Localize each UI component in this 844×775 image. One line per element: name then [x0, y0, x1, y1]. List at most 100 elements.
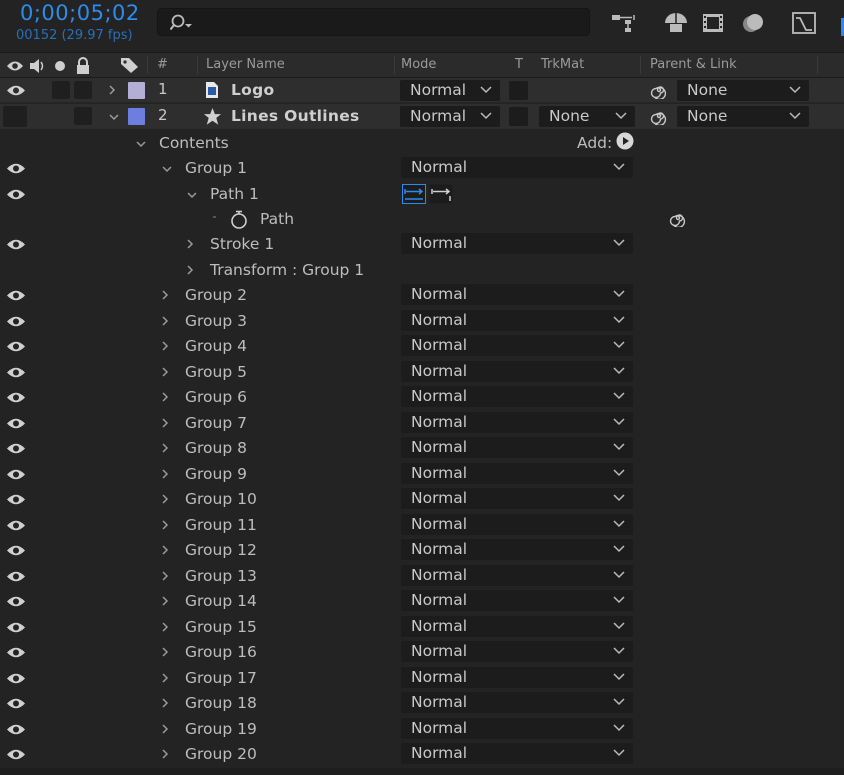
- blend-mode-dropdown[interactable]: Normal: [401, 743, 633, 764]
- group-row[interactable]: Group 1 Normal: [0, 156, 844, 181]
- trkmat-dropdown[interactable]: None: [539, 106, 635, 127]
- group-row[interactable]: Group 14 Normal: [0, 589, 844, 614]
- preserve-transparency-box[interactable]: [509, 81, 528, 100]
- group-name[interactable]: Group 15: [185, 618, 257, 636]
- blend-mode-dropdown[interactable]: Normal: [401, 361, 633, 382]
- path-label[interactable]: Path: [260, 210, 294, 228]
- group-name[interactable]: Group 3: [185, 312, 247, 330]
- chevron-right-icon[interactable]: [160, 724, 170, 734]
- group-name[interactable]: Group 13: [185, 567, 257, 585]
- eye-icon[interactable]: [6, 519, 26, 532]
- eye-icon[interactable]: [6, 442, 26, 455]
- blend-mode-dropdown[interactable]: Normal: [401, 412, 633, 433]
- blend-mode-dropdown[interactable]: Normal: [401, 310, 633, 331]
- chevron-right-icon[interactable]: [160, 571, 170, 581]
- chevron-right-icon[interactable]: [160, 673, 170, 683]
- eye-icon[interactable]: [6, 544, 26, 557]
- layer-row-lines-outlines[interactable]: 2 Lines Outlines Normal None None: [0, 104, 844, 129]
- current-time-display[interactable]: 0;00;05;02: [20, 1, 140, 25]
- group-name[interactable]: Group 4: [185, 337, 247, 355]
- chevron-right-icon[interactable]: [160, 367, 170, 377]
- group-row[interactable]: Group 7 Normal: [0, 411, 844, 436]
- eye-icon[interactable]: [6, 84, 26, 97]
- eye-icon[interactable]: [6, 315, 26, 328]
- group-row[interactable]: Group 8 Normal: [0, 436, 844, 461]
- mode-dropdown[interactable]: Normal: [400, 80, 500, 101]
- group-name[interactable]: Group 18: [185, 694, 257, 712]
- stopwatch-icon[interactable]: [230, 210, 248, 229]
- group-row[interactable]: Group 16 Normal: [0, 640, 844, 665]
- group-name[interactable]: Group 9: [185, 465, 247, 483]
- eye-icon[interactable]: [6, 621, 26, 634]
- chevron-right-icon[interactable]: [160, 316, 170, 326]
- eye-icon[interactable]: [6, 162, 26, 175]
- chevron-right-icon[interactable]: [160, 647, 170, 657]
- pick-whip-icon[interactable]: [650, 81, 668, 99]
- blend-mode-dropdown[interactable]: Normal: [401, 284, 633, 305]
- label-color-swatch[interactable]: [128, 82, 145, 99]
- draft-3d-icon[interactable]: [662, 9, 690, 37]
- blend-mode-dropdown[interactable]: Normal: [401, 692, 633, 713]
- search-input[interactable]: [157, 8, 590, 36]
- group-name[interactable]: Group 16: [185, 643, 257, 661]
- layer-name[interactable]: Lines Outlines: [231, 107, 360, 125]
- eye-icon[interactable]: [6, 723, 26, 736]
- group-name[interactable]: Group 1: [185, 159, 247, 177]
- group-row[interactable]: Group 2 Normal: [0, 283, 844, 308]
- frame-blending-icon[interactable]: [700, 9, 728, 37]
- chevron-down-icon[interactable]: [187, 190, 197, 200]
- path-direction-default-icon[interactable]: [402, 184, 426, 204]
- chevron-right-icon[interactable]: [160, 749, 170, 759]
- layer-row-logo[interactable]: 1 Logo Normal None: [0, 78, 844, 103]
- path-direction-reverse-icon[interactable]: [429, 184, 453, 204]
- lock-switch[interactable]: [74, 107, 92, 125]
- chevron-right-icon[interactable]: [160, 469, 170, 479]
- path1-label[interactable]: Path 1: [210, 185, 259, 203]
- eye-icon[interactable]: [6, 646, 26, 659]
- chevron-right-icon[interactable]: [160, 494, 170, 504]
- chevron-right-icon[interactable]: [160, 418, 170, 428]
- eye-icon[interactable]: [6, 366, 26, 379]
- chevron-down-icon[interactable]: [162, 164, 172, 174]
- group-row[interactable]: Group 3 Normal: [0, 309, 844, 334]
- parent-dropdown[interactable]: None: [677, 106, 809, 127]
- label-color-swatch[interactable]: [128, 108, 145, 125]
- group-row[interactable]: Group 18 Normal: [0, 691, 844, 716]
- eye-icon[interactable]: [6, 570, 26, 583]
- eye-icon[interactable]: [6, 417, 26, 430]
- eye-icon[interactable]: [6, 340, 26, 353]
- eye-icon[interactable]: [6, 748, 26, 761]
- eye-icon[interactable]: [6, 391, 26, 404]
- header-layer-name[interactable]: Layer Name: [206, 57, 285, 72]
- chevron-right-icon[interactable]: [107, 85, 117, 95]
- path-group-row[interactable]: Path 1: [0, 182, 844, 207]
- eye-icon[interactable]: [6, 493, 26, 506]
- eye-icon[interactable]: [6, 595, 26, 608]
- chevron-down-icon[interactable]: [109, 112, 119, 122]
- group-name[interactable]: Group 7: [185, 414, 247, 432]
- composition-flowchart-icon[interactable]: [610, 9, 638, 37]
- eye-icon[interactable]: [6, 188, 26, 201]
- eye-icon[interactable]: [6, 468, 26, 481]
- group-row[interactable]: Group 15 Normal: [0, 615, 844, 640]
- eye-icon[interactable]: [6, 289, 26, 302]
- group-name[interactable]: Group 10: [185, 490, 257, 508]
- chevron-right-icon[interactable]: [185, 239, 195, 249]
- chevron-down-icon[interactable]: [136, 139, 146, 149]
- chevron-right-icon[interactable]: [160, 520, 170, 530]
- mode-dropdown[interactable]: Normal: [400, 106, 500, 127]
- parent-dropdown[interactable]: None: [677, 80, 809, 101]
- group-name[interactable]: Group 11: [185, 516, 257, 534]
- blend-mode-dropdown[interactable]: Normal: [401, 463, 633, 484]
- chevron-right-icon[interactable]: [160, 392, 170, 402]
- group-row[interactable]: Group 6 Normal: [0, 385, 844, 410]
- blend-mode-dropdown[interactable]: Normal: [401, 233, 633, 254]
- group-row[interactable]: Group 11 Normal: [0, 513, 844, 538]
- group-name[interactable]: Group 5: [185, 363, 247, 381]
- blend-mode-dropdown[interactable]: Normal: [401, 386, 633, 407]
- video-visibility-off-switch[interactable]: [3, 106, 27, 127]
- add-play-icon[interactable]: [616, 132, 634, 150]
- group-row[interactable]: Group 13 Normal: [0, 564, 844, 589]
- stroke-row[interactable]: Stroke 1 Normal: [0, 232, 844, 257]
- group-row[interactable]: Group 5 Normal: [0, 360, 844, 385]
